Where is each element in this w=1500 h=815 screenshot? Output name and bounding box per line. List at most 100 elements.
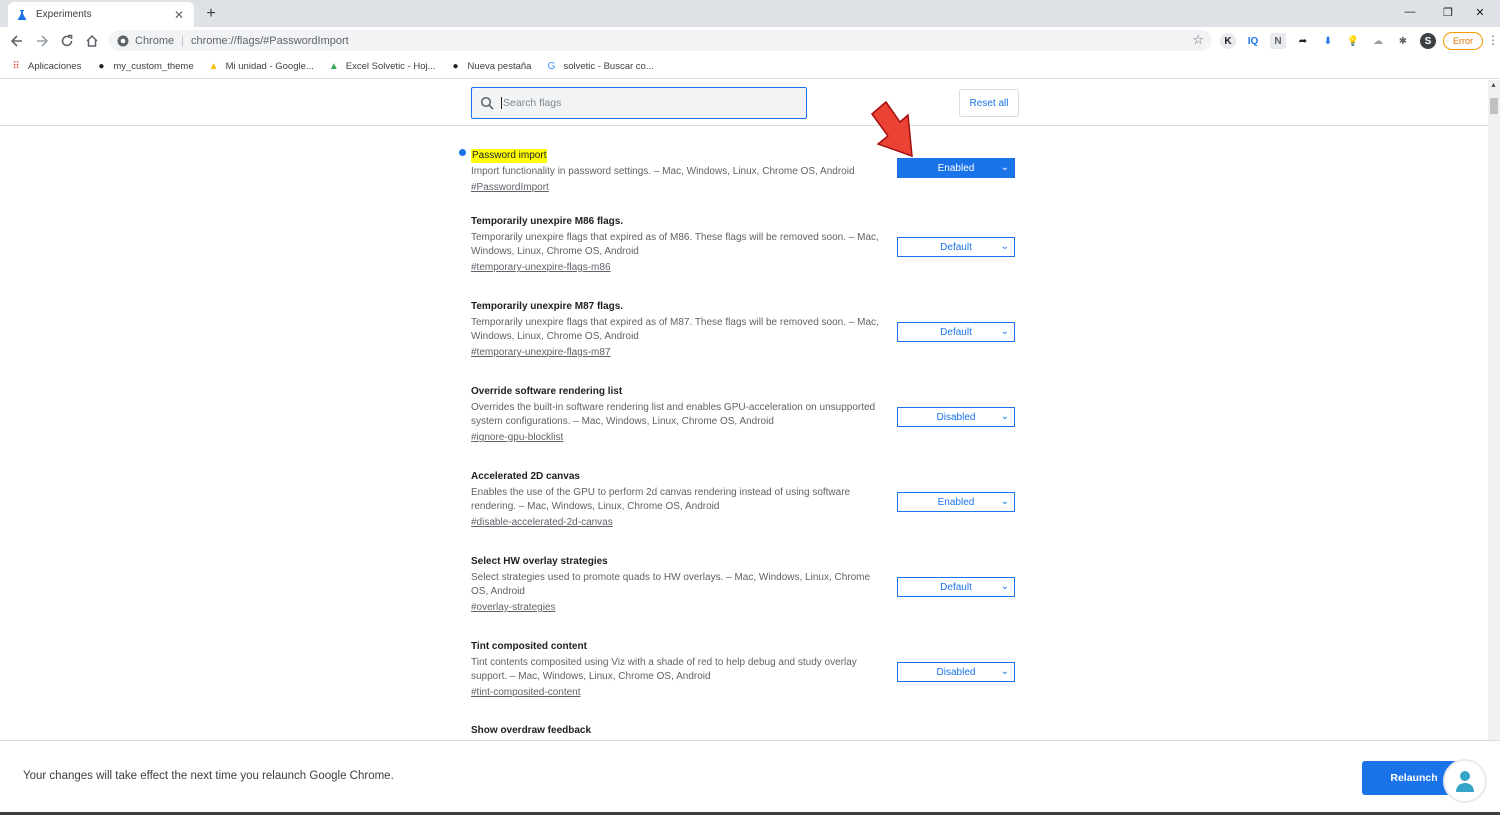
chevron-down-icon: ⌄	[1000, 162, 1009, 173]
flag-item: Show overdraw feedback	[471, 724, 1031, 738]
flag-state-value: Disabled	[936, 666, 976, 678]
apps-grid-icon: ⠿	[12, 60, 20, 72]
bookmark-label: Mi unidad - Google...	[225, 60, 314, 72]
menu-kebab-icon[interactable]: ⋮	[1487, 33, 1499, 47]
tab-title: Experiments	[36, 9, 92, 20]
flags-header: Search flags Reset all	[0, 80, 1488, 126]
google-drive-icon: ▲	[208, 60, 219, 72]
bookmark-item[interactable]: ▲ Mi unidad - Google...	[208, 60, 314, 72]
flag-description: Temporarily unexpire flags that expired …	[471, 232, 879, 257]
bookmark-item[interactable]: ⠿ Aplicaciones	[10, 60, 81, 72]
error-button[interactable]: Error	[1443, 32, 1483, 50]
home-button[interactable]	[82, 31, 102, 51]
flag-state-select[interactable]: Disabled ⌄	[897, 662, 1015, 682]
bookmark-label: my_custom_theme	[113, 60, 194, 72]
flag-item: Override software rendering list Override…	[471, 385, 1031, 445]
flag-state-select[interactable]: Disabled ⌄	[897, 407, 1015, 427]
github-icon: ●	[452, 60, 459, 72]
bookmarks-bar: ⠿ Aplicaciones ● my_custom_theme ▲ Mi unidad …	[0, 54, 1500, 79]
flag-description: Enables the use of the GPU to perform 2d…	[471, 487, 851, 512]
bookmark-label: Aplicaciones	[28, 60, 82, 72]
flag-state-select[interactable]: Default ⌄	[897, 577, 1015, 597]
github-icon: ●	[98, 60, 105, 72]
red-arrow-annotation	[870, 100, 913, 158]
tab-strip: Experiments ✕ + — ❐ ✕	[0, 0, 1500, 27]
url-text: chrome://flags/#PasswordImport	[190, 34, 349, 47]
reset-all-button[interactable]: Reset all	[959, 89, 1019, 117]
flag-state-value: Default	[940, 241, 972, 253]
omnibox-separator: |	[181, 34, 184, 47]
bulb-extension-icon[interactable]: 💡	[1345, 33, 1361, 49]
chevron-down-icon: ⌄	[1000, 326, 1009, 337]
bookmark-item[interactable]: ● my_custom_theme	[95, 60, 193, 72]
flag-description: Tint contents composited using Viz with …	[471, 657, 857, 682]
flag-state-select[interactable]: Enabled ⌄	[897, 492, 1015, 512]
n-extension-icon[interactable]: N	[1270, 33, 1286, 49]
chrome-logo-icon	[117, 35, 129, 46]
flag-name: Show overdraw feedback	[471, 725, 592, 736]
flag-state-value: Enabled	[937, 162, 975, 174]
bookmark-item[interactable]: Gsolvetic - Buscar co...	[545, 60, 654, 72]
profile-avatar-icon[interactable]: S	[1420, 33, 1436, 49]
flag-permalink[interactable]: #PasswordImport	[471, 181, 1031, 195]
bookmark-label: Excel Solvetic - Hoj...	[345, 60, 436, 72]
k-extension-icon[interactable]: K	[1220, 33, 1236, 49]
bookmark-item[interactable]: ● Nueva pestaña	[450, 60, 532, 72]
minimize-button[interactable]: —	[1390, 3, 1430, 21]
google-drive-icon: ▲	[328, 60, 339, 72]
flask-icon	[16, 9, 28, 21]
tab-experiments[interactable]: Experiments ✕	[8, 2, 194, 27]
iq-extension-icon[interactable]: IQ	[1245, 33, 1261, 49]
home-icon	[86, 34, 98, 47]
flag-state-select[interactable]: Default ⌄	[897, 237, 1015, 257]
tab-close-icon[interactable]: ✕	[172, 8, 186, 22]
cloud-extension-icon[interactable]: ☁	[1370, 33, 1386, 49]
flag-state-value: Disabled	[936, 411, 976, 423]
site-chip: Chrome	[135, 34, 175, 47]
flag-state-value: Default	[940, 326, 972, 338]
flag-description: Temporarily unexpire flags that expired …	[471, 317, 879, 342]
flags-list: Password import Import functionality in p…	[0, 126, 1488, 740]
back-arrow-icon	[10, 35, 22, 47]
download-extension-icon[interactable]: ⬇	[1320, 33, 1336, 49]
scroll-up-icon[interactable]: ▲	[1490, 82, 1497, 89]
search-flags-input[interactable]: Search flags	[471, 87, 807, 119]
reload-button[interactable]	[57, 31, 77, 51]
flag-name: Tint composited content	[471, 641, 587, 652]
google-g-icon: G	[547, 60, 556, 72]
chevron-down-icon: ⌄	[1000, 411, 1009, 422]
window-close-button[interactable]: ✕	[1460, 3, 1500, 21]
arrow-extension-icon[interactable]: ➦	[1295, 33, 1311, 49]
new-tab-button[interactable]: +	[201, 4, 221, 24]
bookmark-star-icon[interactable]: ☆	[1192, 32, 1204, 48]
chevron-down-icon: ⌄	[1000, 241, 1009, 252]
search-icon	[480, 96, 496, 110]
flag-state-select[interactable]: Default ⌄	[897, 322, 1015, 342]
address-bar[interactable]: Chrome | chrome://flags/#PasswordImport …	[109, 30, 1212, 51]
flag-description: Overrides the built-in software renderin…	[471, 402, 876, 427]
scrollbar-thumb[interactable]	[1490, 98, 1498, 114]
flag-permalink[interactable]: #ignore-gpu-blocklist	[471, 431, 1031, 445]
forward-button[interactable]	[32, 31, 52, 51]
chevron-down-icon: ⌄	[1000, 496, 1009, 507]
back-button[interactable]	[7, 31, 27, 51]
modified-indicator-icon	[459, 149, 466, 156]
flag-permalink[interactable]: #overlay-strategies	[471, 601, 1031, 615]
flag-permalink[interactable]: #temporary-unexpire-flags-m86	[471, 261, 1031, 275]
flag-state-value: Enabled	[937, 496, 975, 508]
bookmark-label: solvetic - Buscar co...	[563, 60, 654, 72]
page-scrollbar[interactable]: ▲	[1488, 80, 1500, 740]
flag-state-value: Default	[940, 581, 972, 593]
flag-permalink[interactable]: #tint-composited-content	[471, 686, 1031, 700]
flag-permalink[interactable]: #disable-accelerated-2d-canvas	[471, 516, 1031, 530]
bookmark-label: Nueva pestaña	[467, 60, 532, 72]
relaunch-message: Your changes will take effect the next t…	[23, 770, 394, 782]
flag-name: Password import	[471, 149, 548, 163]
text-caret	[501, 97, 502, 109]
flag-item: Accelerated 2D canvas Enables the use of …	[471, 470, 1031, 530]
puzzle-extension-icon[interactable]: ✱	[1395, 33, 1411, 49]
bookmark-item[interactable]: ▲ Excel Solvetic - Hoj...	[328, 60, 436, 72]
flag-name: Temporarily unexpire M87 flags.	[471, 301, 624, 312]
flag-permalink[interactable]: #temporary-unexpire-flags-m87	[471, 346, 1031, 360]
flag-description: Import functionality in password setting…	[471, 166, 855, 177]
